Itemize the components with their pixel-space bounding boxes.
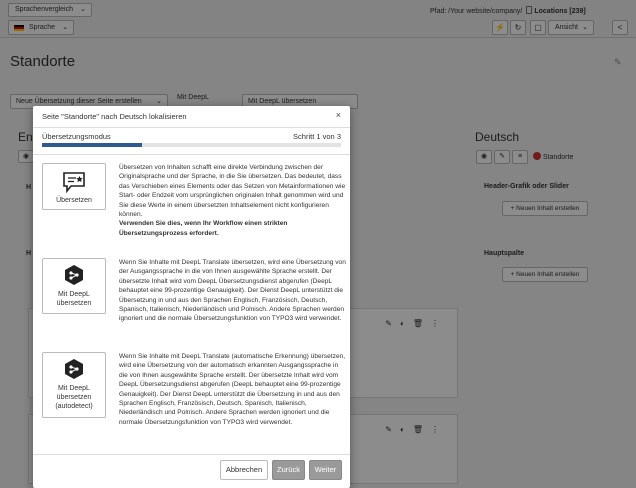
translate-description-bold: Verwenden Sie dies, wenn Ihr Workflow ei… xyxy=(119,220,288,237)
modal-title: Seite "Standorte" nach Deutsch lokalisie… xyxy=(42,112,187,121)
next-button[interactable]: Weiter xyxy=(309,460,342,480)
translate-icon xyxy=(63,172,85,193)
back-button[interactable]: Zurück xyxy=(272,460,305,480)
deepl-button-label-2: übersetzen xyxy=(56,300,92,307)
deepl-translate-button[interactable]: Mit DeepL übersetzen xyxy=(42,258,106,314)
deepl-auto-label-2: übersetzen xyxy=(56,394,92,401)
translate-button-label: Übersetzen xyxy=(56,197,92,204)
deepl-auto-label-3: (autodetect) xyxy=(55,403,93,410)
step-progress-fill xyxy=(42,143,142,147)
modal-body: Übersetzen Übersetzen von Inhalten schaf… xyxy=(33,154,350,454)
deepl-description: Wenn Sie Inhalte mit DeepL Translate übe… xyxy=(119,259,346,323)
step-label: Übersetzungsmodus xyxy=(42,132,111,141)
deepl-button-label-1: Mit DeepL xyxy=(58,291,90,298)
translate-description-text: Übersetzen von Inhalten schafft eine dir… xyxy=(119,164,346,219)
close-icon[interactable]: × xyxy=(336,110,341,120)
step-count: Schritt 1 von 3 xyxy=(293,132,341,141)
modal-footer: Abbrechen Zurück Weiter xyxy=(33,454,350,488)
deepl-auto-label-1: Mit DeepL xyxy=(58,385,90,392)
modal-header: Seite "Standorte" nach Deutsch lokalisie… xyxy=(33,106,350,128)
translate-description: Übersetzen von Inhalten schafft eine dir… xyxy=(119,163,347,238)
step-progress-bar xyxy=(42,143,341,147)
deepl-autodetect-description: Wenn Sie Inhalte mit DeepL Translate (au… xyxy=(119,353,346,426)
deepl-icon xyxy=(65,265,83,285)
localize-modal: Seite "Standorte" nach Deutsch lokalisie… xyxy=(33,106,350,488)
cancel-button[interactable]: Abbrechen xyxy=(220,460,268,480)
deepl-autodetect-button[interactable]: Mit DeepL übersetzen (autodetect) xyxy=(42,352,106,418)
translate-button[interactable]: Übersetzen xyxy=(42,163,106,210)
deepl-icon xyxy=(65,359,83,379)
